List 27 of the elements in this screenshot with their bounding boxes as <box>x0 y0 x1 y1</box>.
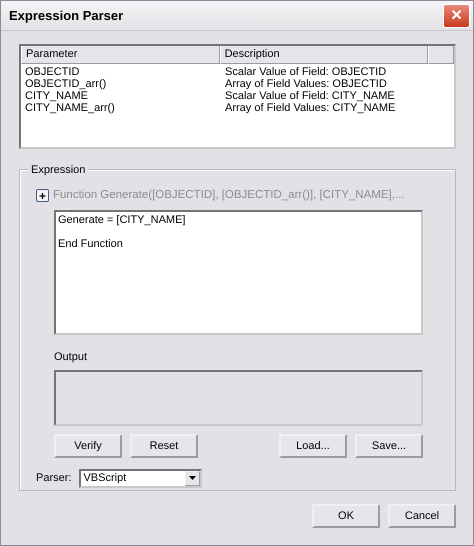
list-cell-text: Scalar Value of Field: OBJECTID <box>224 66 388 78</box>
list-item[interactable]: OBJECTID_arr() <box>21 78 221 90</box>
dialog-button[interactable]: Cancel <box>388 504 456 528</box>
action-button[interactable]: Reset <box>130 434 198 458</box>
list-item[interactable]: CITY_NAME_arr() <box>21 102 221 114</box>
code-editor[interactable]: Generate = [CITY_NAME] End Function <box>54 210 423 336</box>
list-item[interactable]: OBJECTID <box>21 66 221 78</box>
dropdown-arrow-icon <box>189 476 196 480</box>
window-title: Expression Parser <box>9 6 124 25</box>
action-button[interactable]: Save... <box>355 434 423 458</box>
output-label: Output <box>54 350 88 366</box>
column-header[interactable]: Description <box>220 46 428 64</box>
group-label: Expression <box>28 162 88 178</box>
dialog-button[interactable]: OK <box>312 504 380 528</box>
list-cell-text: Scalar Value of Field: CITY_NAME <box>224 90 396 102</box>
expand-button[interactable]: + <box>36 189 49 202</box>
list-item[interactable]: CITY_NAME <box>21 90 221 102</box>
close-button[interactable]: × <box>443 4 470 28</box>
action-button[interactable]: Verify <box>54 434 122 458</box>
column-header[interactable]: Parameter <box>21 46 220 64</box>
column-header <box>428 46 454 64</box>
function-header: Function Generate([OBJECTID], [OBJECTID_arr()], [CITY_NAME],... <box>53 188 404 203</box>
list-cell-text: Array of Field Values: OBJECTID <box>224 78 388 90</box>
parser-label: Parser: <box>36 471 72 486</box>
action-button[interactable]: Load... <box>279 434 347 458</box>
parser-dropdown[interactable]: VBScript <box>79 468 202 488</box>
list-cell-text: Array of Field Values: CITY_NAME <box>224 102 396 114</box>
